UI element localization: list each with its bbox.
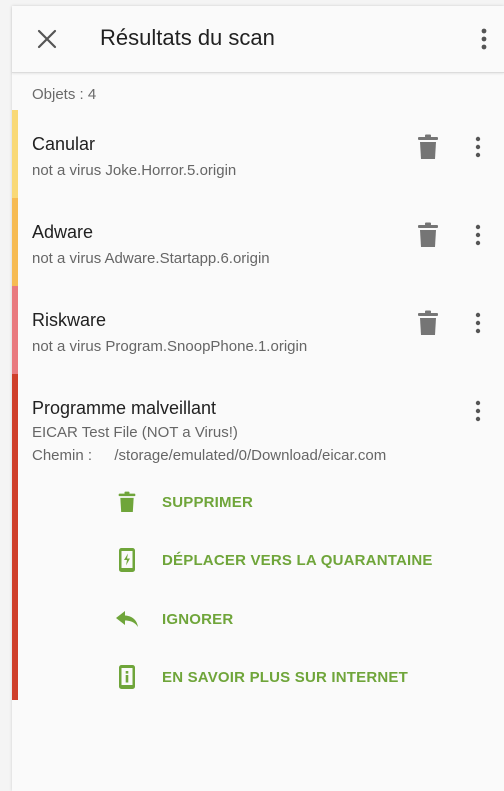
delete-label: SUPPRIMER bbox=[162, 493, 253, 511]
list-item[interactable]: Adware not a virus Adware.Startapp.6.ori… bbox=[12, 198, 504, 286]
threat-color-bar bbox=[12, 198, 18, 286]
list-item[interactable]: Riskware not a virus Program.SnoopPhone.… bbox=[12, 286, 504, 374]
item-menu-button[interactable] bbox=[468, 398, 488, 424]
scan-results-screen: Résultats du scan Objets : 4 Canular not… bbox=[12, 6, 504, 791]
threat-color-bar bbox=[12, 374, 18, 700]
objects-count: Objets : 4 bbox=[32, 86, 97, 103]
trash-icon[interactable] bbox=[416, 222, 440, 248]
threat-detail: EICAR Test File (NOT a Virus!) bbox=[32, 424, 238, 441]
threat-detail: not a virus Joke.Horror.5.origin bbox=[32, 162, 237, 179]
threat-title: Adware bbox=[32, 222, 94, 242]
overflow-menu-button[interactable] bbox=[472, 24, 496, 54]
threat-path: Chemin : /storage/emulated/0/Download/ei… bbox=[32, 447, 386, 464]
more-vert-icon bbox=[475, 400, 481, 422]
trash-icon[interactable] bbox=[416, 134, 440, 160]
learn-more-button[interactable]: EN SAVOIR PLUS SUR INTERNET bbox=[112, 659, 408, 695]
threat-color-bar bbox=[12, 286, 18, 374]
trash-icon bbox=[118, 491, 136, 512]
path-value: /storage/emulated/0/Download/eicar.com bbox=[114, 447, 387, 464]
item-menu-button[interactable] bbox=[468, 134, 488, 160]
info-icon bbox=[119, 665, 135, 689]
delete-button[interactable]: SUPPRIMER bbox=[112, 484, 253, 520]
more-vert-icon bbox=[481, 28, 487, 50]
threat-detail: not a virus Adware.Startapp.6.origin bbox=[32, 250, 270, 267]
app-bar: Résultats du scan bbox=[12, 6, 504, 73]
item-menu-button[interactable] bbox=[468, 310, 488, 336]
ignore-button[interactable]: IGNORER bbox=[112, 601, 233, 637]
close-icon bbox=[37, 29, 57, 49]
threat-title: Riskware bbox=[32, 310, 107, 330]
path-label: Chemin : bbox=[32, 447, 93, 464]
quarantine-label: DÉPLACER VERS LA QUARANTAINE bbox=[162, 551, 433, 569]
close-button[interactable] bbox=[32, 24, 62, 54]
more-vert-icon bbox=[475, 312, 481, 334]
threat-detail: not a virus Program.SnoopPhone.1.origin bbox=[32, 338, 308, 355]
threat-title: Programme malveillant bbox=[32, 398, 217, 418]
more-vert-icon bbox=[475, 224, 481, 246]
list-item-expanded[interactable]: Programme malveillant EICAR Test File (N… bbox=[12, 374, 504, 700]
learn-more-label: EN SAVOIR PLUS SUR INTERNET bbox=[162, 668, 408, 686]
phone-bolt-icon bbox=[119, 548, 135, 572]
reply-icon bbox=[116, 611, 138, 627]
threat-title: Canular bbox=[32, 134, 96, 154]
page-title: Résultats du scan bbox=[100, 25, 275, 50]
more-vert-icon bbox=[475, 136, 481, 158]
item-menu-button[interactable] bbox=[468, 222, 488, 248]
list-item[interactable]: Canular not a virus Joke.Horror.5.origin bbox=[12, 110, 504, 198]
ignore-label: IGNORER bbox=[162, 610, 234, 628]
quarantine-button[interactable]: DÉPLACER VERS LA QUARANTAINE bbox=[112, 542, 433, 578]
threat-color-bar bbox=[12, 110, 18, 198]
trash-icon[interactable] bbox=[416, 310, 440, 336]
